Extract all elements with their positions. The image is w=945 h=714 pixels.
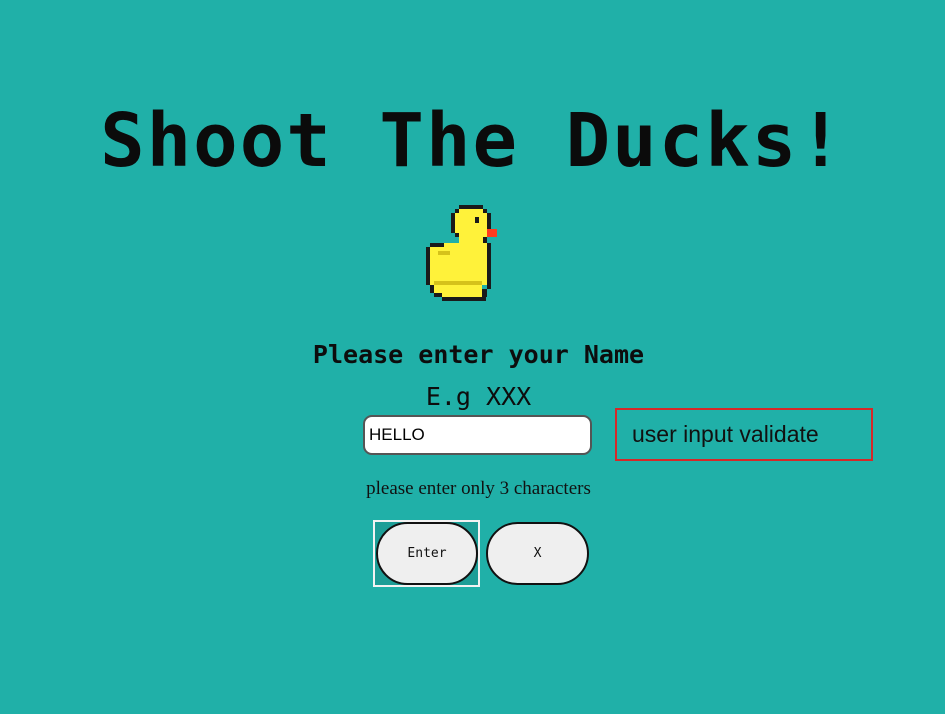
- start-screen: Shoot The Ducks! Please enter your Name …: [0, 0, 945, 714]
- name-prompt: Please enter your Name: [312, 340, 645, 369]
- name-input[interactable]: [363, 415, 592, 455]
- enter-button[interactable]: Enter: [376, 522, 478, 585]
- annotation-label: user input validate: [615, 408, 873, 461]
- duck-icon: [426, 205, 497, 301]
- game-title: Shoot The Ducks!: [100, 98, 845, 184]
- validation-hint: please enter only 3 characters: [366, 478, 591, 499]
- close-button[interactable]: X: [486, 522, 589, 585]
- name-example: E.g XXX: [425, 382, 532, 411]
